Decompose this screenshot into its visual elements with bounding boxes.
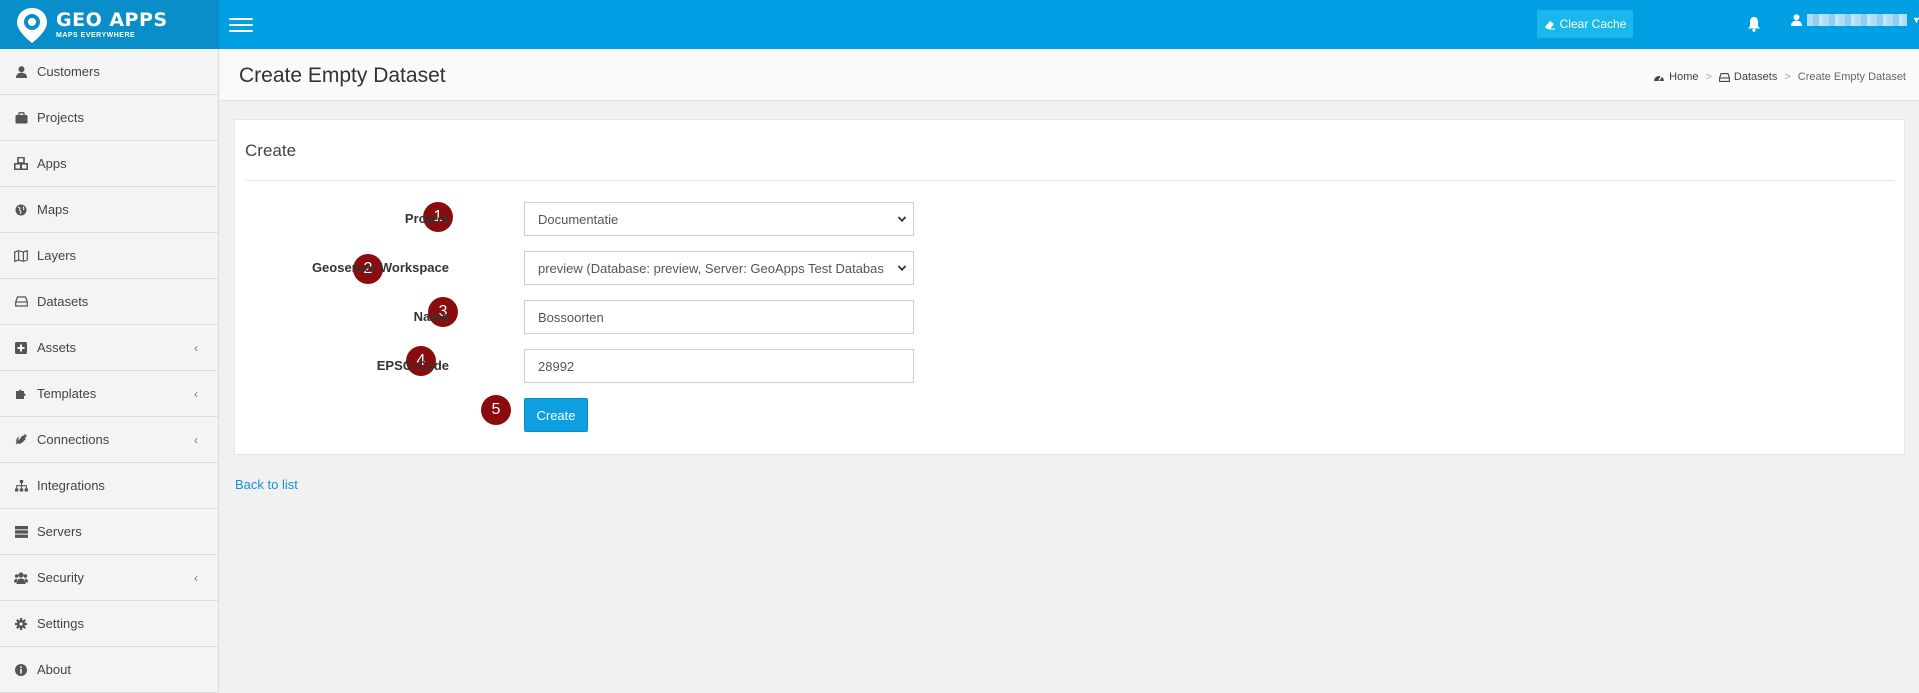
sidebar-item-label: Security bbox=[37, 570, 84, 585]
workspace-select[interactable]: preview (Database: preview, Server: GeoA… bbox=[524, 251, 914, 285]
workspace-label: Geoserver Workspace bbox=[311, 260, 449, 275]
sidebar-item-label: About bbox=[37, 662, 71, 677]
user-menu[interactable]: ▼ bbox=[1791, 14, 1919, 26]
sidebar-item-label: Customers bbox=[37, 64, 100, 79]
project-label: Project bbox=[404, 211, 449, 226]
sidebar-item-label: Layers bbox=[37, 248, 77, 263]
epsg-input[interactable]: 28992 bbox=[524, 349, 914, 383]
sidebar-item-apps[interactable]: Apps bbox=[0, 141, 218, 187]
page-title: Create Empty Dataset bbox=[239, 64, 446, 87]
clear-cache-label: Clear Cache bbox=[1559, 17, 1627, 31]
eraser-icon bbox=[1544, 20, 1555, 29]
puzzle-icon bbox=[14, 387, 28, 401]
name-input[interactable]: Bossoorten bbox=[524, 300, 914, 334]
cubes-icon bbox=[14, 157, 28, 171]
sidebar-item-projects[interactable]: Projects bbox=[0, 95, 218, 141]
globe-icon bbox=[14, 203, 28, 217]
sidebar-item-label: Projects bbox=[37, 110, 84, 125]
sidebar-item-label: Integrations bbox=[37, 478, 105, 493]
epsg-label: EPSG Code bbox=[376, 358, 449, 373]
main-content: Create Empty Dataset Home > Datasets > C… bbox=[220, 49, 1919, 693]
create-dataset-card: Create 1 Project Documentatie 2 Geoserve… bbox=[234, 119, 1905, 455]
dashboard-icon bbox=[1654, 75, 1665, 81]
sidebar-item-label: Templates bbox=[37, 386, 97, 401]
chevron-left-icon: ‹ bbox=[194, 387, 198, 401]
map-icon bbox=[14, 249, 28, 263]
user-icon bbox=[1791, 14, 1802, 26]
info-icon bbox=[14, 663, 28, 677]
page-header: Create Empty Dataset Home > Datasets > C… bbox=[220, 49, 1919, 101]
chevron-left-icon: ‹ bbox=[194, 341, 198, 355]
server-icon bbox=[14, 525, 28, 539]
breadcrumb-current: Create Empty Dataset bbox=[1797, 71, 1906, 83]
sidebar-item-label: Datasets bbox=[37, 294, 89, 309]
breadcrumb-datasets[interactable]: Datasets bbox=[1718, 71, 1777, 83]
submit-row: 5 Create bbox=[235, 395, 1904, 432]
breadcrumb-home[interactable]: Home bbox=[1653, 71, 1698, 83]
card-title: Create bbox=[245, 141, 297, 160]
bell-icon[interactable] bbox=[1747, 16, 1761, 32]
logo-subtitle: MAPS EVERYWHERE bbox=[56, 31, 136, 39]
sidebar: Customers Projects Apps Maps Layers Data… bbox=[0, 49, 219, 693]
sidebar-item-label: Maps bbox=[37, 202, 69, 217]
breadcrumb-separator: > bbox=[1705, 71, 1712, 83]
workspace-row: 2 Geoserver Workspace preview (Database:… bbox=[235, 251, 1904, 285]
gear-icon bbox=[14, 617, 28, 631]
chevron-left-icon: ‹ bbox=[194, 433, 198, 447]
top-navbar: GEO APPS MAPS EVERYWHERE Clear Cache ▼ bbox=[0, 0, 1919, 49]
sidebar-item-layers[interactable]: Layers bbox=[0, 233, 218, 279]
sidebar-item-templates[interactable]: Templates ‹ bbox=[0, 371, 218, 417]
user-icon bbox=[14, 65, 28, 79]
clear-cache-button[interactable]: Clear Cache bbox=[1537, 10, 1633, 38]
sidebar-item-integrations[interactable]: Integrations bbox=[0, 463, 218, 509]
plug-icon bbox=[14, 433, 28, 447]
sidebar-item-label: Assets bbox=[37, 340, 77, 355]
sidebar-item-settings[interactable]: Settings bbox=[0, 601, 218, 647]
logo-title: GEO APPS bbox=[56, 8, 168, 31]
users-icon bbox=[14, 571, 28, 585]
sidebar-item-connections[interactable]: Connections ‹ bbox=[0, 417, 218, 463]
app-logo[interactable]: GEO APPS MAPS EVERYWHERE bbox=[0, 0, 219, 49]
divider bbox=[245, 180, 1894, 181]
chevron-down-icon bbox=[897, 216, 907, 223]
sitemap-icon bbox=[14, 479, 28, 493]
hamburger-icon[interactable] bbox=[229, 14, 253, 34]
breadcrumb-separator: > bbox=[1784, 71, 1791, 83]
create-button[interactable]: Create bbox=[524, 398, 588, 432]
sidebar-item-label: Settings bbox=[37, 616, 84, 631]
chevron-down-icon bbox=[897, 265, 907, 272]
sidebar-item-datasets[interactable]: Datasets bbox=[0, 279, 218, 325]
name-row: 3 Name Bossoorten bbox=[235, 297, 1904, 334]
project-row: 1 Project Documentatie bbox=[235, 202, 1904, 236]
back-to-list-link[interactable]: Back to list bbox=[235, 477, 298, 492]
hdd-icon bbox=[1718, 72, 1730, 82]
sidebar-item-maps[interactable]: Maps bbox=[0, 187, 218, 233]
step-badge-5: 5 bbox=[481, 395, 511, 425]
sidebar-item-customers[interactable]: Customers bbox=[0, 49, 218, 95]
breadcrumb: Home > Datasets > Create Empty Dataset bbox=[1653, 71, 1906, 83]
plus-square-icon bbox=[14, 341, 28, 355]
hdd-icon bbox=[14, 295, 28, 309]
user-name-blurred bbox=[1807, 14, 1907, 26]
caret-down-icon: ▼ bbox=[1912, 15, 1919, 25]
sidebar-item-assets[interactable]: Assets ‹ bbox=[0, 325, 218, 371]
sidebar-item-about[interactable]: About bbox=[0, 647, 218, 693]
chevron-left-icon: ‹ bbox=[194, 571, 198, 585]
project-select[interactable]: Documentatie bbox=[524, 202, 914, 236]
name-label: Name bbox=[413, 309, 449, 324]
sidebar-item-servers[interactable]: Servers bbox=[0, 509, 218, 555]
sidebar-item-label: Apps bbox=[37, 156, 67, 171]
epsg-row: 4 EPSG Code 28992 bbox=[235, 346, 1904, 383]
sidebar-item-label: Servers bbox=[37, 524, 82, 539]
briefcase-icon bbox=[14, 111, 28, 125]
sidebar-item-label: Connections bbox=[37, 432, 110, 447]
map-pin-logo-icon bbox=[12, 5, 52, 45]
sidebar-item-security[interactable]: Security ‹ bbox=[0, 555, 218, 601]
